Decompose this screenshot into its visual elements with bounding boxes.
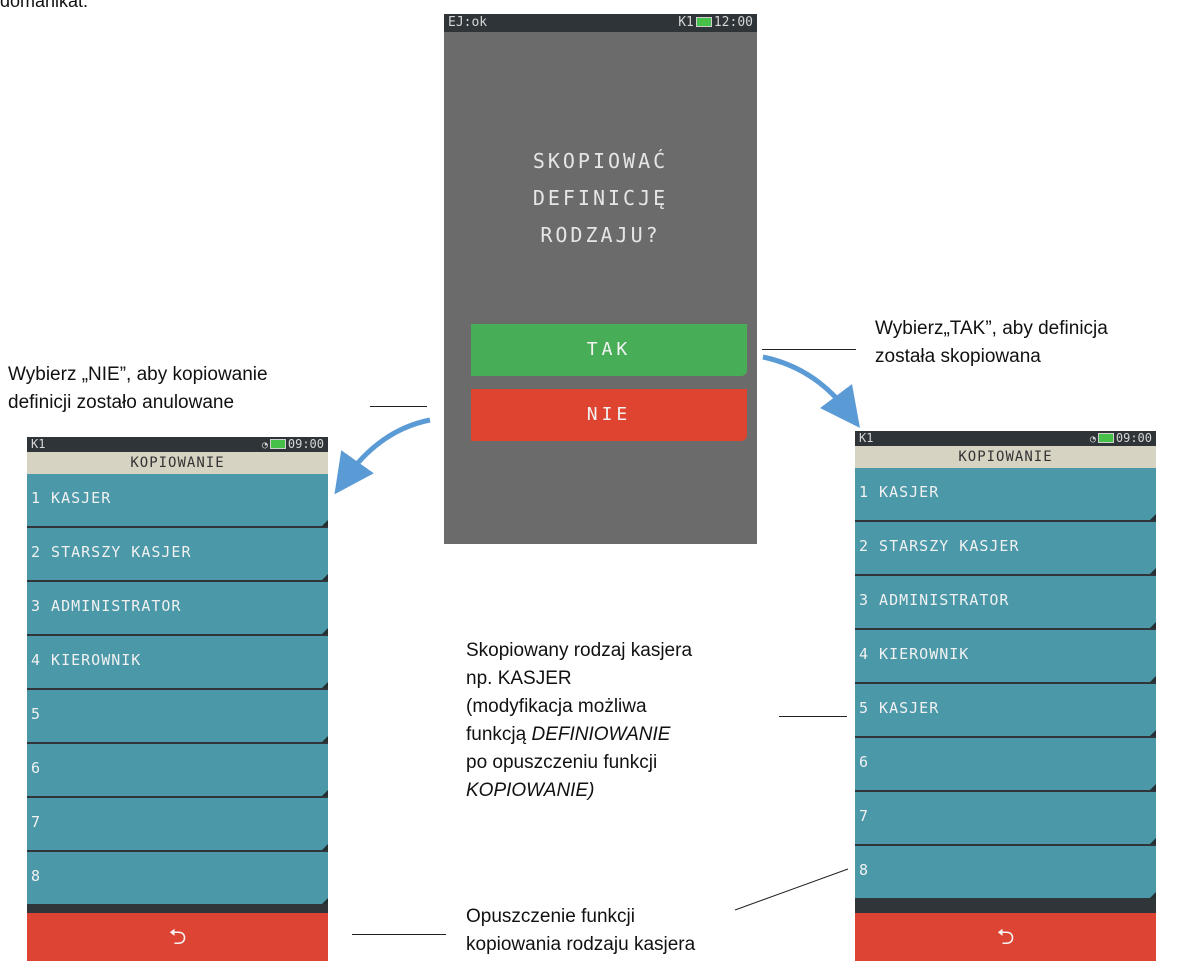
list-item[interactable]: 2 STARSZY KASJER	[27, 528, 328, 580]
right-list-screen: K1 ◔ 09:00 KOPIOWANIE 1 KASJER 2 STARSZY …	[855, 431, 1156, 961]
status-bar: K1 ◔ 09:00	[855, 431, 1156, 446]
status-right-group: ◔ 09:00	[1090, 431, 1152, 445]
note-line: np. KASJER	[466, 668, 572, 689]
leader-line	[779, 716, 847, 717]
question-line: RODZAJU?	[540, 223, 661, 247]
note-line: definicji zostało anulowane	[8, 392, 235, 413]
clock: 09:00	[1115, 431, 1152, 445]
arrow-to-left-screen	[334, 417, 431, 495]
tak-note: Wybierz„TAK”, aby definicja została skop…	[875, 315, 1108, 371]
exit-note: Opuszczenie funkcji kopiowania rodzaju k…	[466, 903, 695, 959]
copied-note: Skopiowany rodzaj kasjera np. KASJER (mo…	[466, 637, 692, 805]
clock: 09:00	[287, 437, 324, 451]
list-item[interactable]: 1 KASJER	[27, 474, 328, 526]
battery-icon	[1097, 432, 1114, 443]
note-italic-text: DEFINIOWANIE	[531, 724, 671, 745]
wifi-icon: ◔	[1089, 434, 1096, 445]
list-item[interactable]: 1 KASJER	[855, 468, 1156, 520]
note-line: Wybierz „NIE”, aby kopiowanie	[8, 364, 268, 385]
list-item[interactable]: 7	[27, 798, 328, 850]
nie-note: Wybierz „NIE”, aby kopiowanie definicji …	[8, 361, 268, 417]
list-item[interactable]: 2 STARSZY KASJER	[855, 522, 1156, 574]
status-left: K1	[31, 437, 46, 451]
back-arrow-icon: ⮌	[996, 924, 1015, 949]
back-button[interactable]: ⮌	[855, 913, 1156, 961]
top-cut-text: domanikat.	[0, 0, 89, 11]
note-line: Skopiowany rodzaj kasjera	[466, 640, 693, 661]
status-right-group: ◔ 09:00	[262, 437, 324, 451]
leader-line	[370, 406, 427, 407]
status-left: EJ:ok	[448, 15, 488, 30]
note-line: Wybierz„TAK”, aby definicja	[875, 318, 1108, 339]
screen-title: KOPIOWANIE	[27, 452, 328, 474]
list-item[interactable]: 3 ADMINISTRATOR	[27, 582, 328, 634]
leader-line	[762, 349, 856, 350]
list-item[interactable]: 4 KIEROWNIK	[27, 636, 328, 688]
list-item[interactable]: 5	[27, 690, 328, 742]
list-item[interactable]: 4 KIEROWNIK	[855, 630, 1156, 682]
yes-button[interactable]: TAK	[471, 324, 747, 376]
arrow-to-right-screen	[762, 354, 861, 428]
note-italic-text: KOPIOWANIE)	[466, 780, 595, 801]
status-bar: K1 ◔ 09:00	[27, 437, 328, 452]
left-list-screen: K1 ◔ 09:00 KOPIOWANIE 1 KASJER 2 STARSZY …	[27, 437, 328, 961]
no-button[interactable]: NIE	[471, 389, 747, 441]
back-button[interactable]: ⮌	[27, 913, 328, 961]
list-item[interactable]: 5 KASJER	[855, 684, 1156, 736]
list-item[interactable]: 8	[27, 852, 328, 904]
note-line: kopiowania rodzaju kasjera	[466, 934, 696, 955]
note-line: została skopiowana	[875, 346, 1041, 367]
question-line: SKOPIOWAĆ	[532, 149, 669, 173]
note-line: (modyfikacja możliwa	[466, 696, 647, 717]
note-line: KOPIOWANIE)	[466, 777, 692, 805]
back-arrow-icon: ⮌	[168, 924, 187, 949]
note-line: po opuszczeniu funkcji	[466, 752, 658, 773]
list-item[interactable]: 3 ADMINISTRATOR	[855, 576, 1156, 628]
battery-icon	[269, 438, 286, 449]
clock: 12:00	[713, 15, 753, 30]
dialog-question: SKOPIOWAĆ DEFINICJĘ RODZAJU?	[444, 143, 757, 254]
list-item[interactable]: 6	[855, 738, 1156, 790]
status-bar: EJ:ok K1 12:00	[444, 14, 757, 32]
battery-icon	[695, 16, 712, 27]
note-line: Opuszczenie funkcji	[466, 906, 635, 927]
note-line: funkcją DEFINIOWANIE	[466, 721, 692, 749]
question-line: DEFINICJĘ	[532, 186, 669, 210]
register-label: K1	[678, 15, 694, 30]
screen-title: KOPIOWANIE	[855, 446, 1156, 468]
confirm-dialog-screen: EJ:ok K1 12:00 SKOPIOWAĆ DEFINICJĘ RODZAJ…	[444, 14, 757, 544]
list-item[interactable]: 6	[27, 744, 328, 796]
note-text: funkcją	[466, 724, 532, 745]
leader-line-slanted	[734, 868, 849, 911]
list-item[interactable]: 8	[855, 846, 1156, 898]
leader-line	[352, 934, 446, 935]
status-right-group: K1 12:00	[678, 15, 753, 30]
list-item[interactable]: 7	[855, 792, 1156, 844]
wifi-icon: ◔	[261, 440, 268, 451]
status-left: K1	[859, 431, 874, 445]
